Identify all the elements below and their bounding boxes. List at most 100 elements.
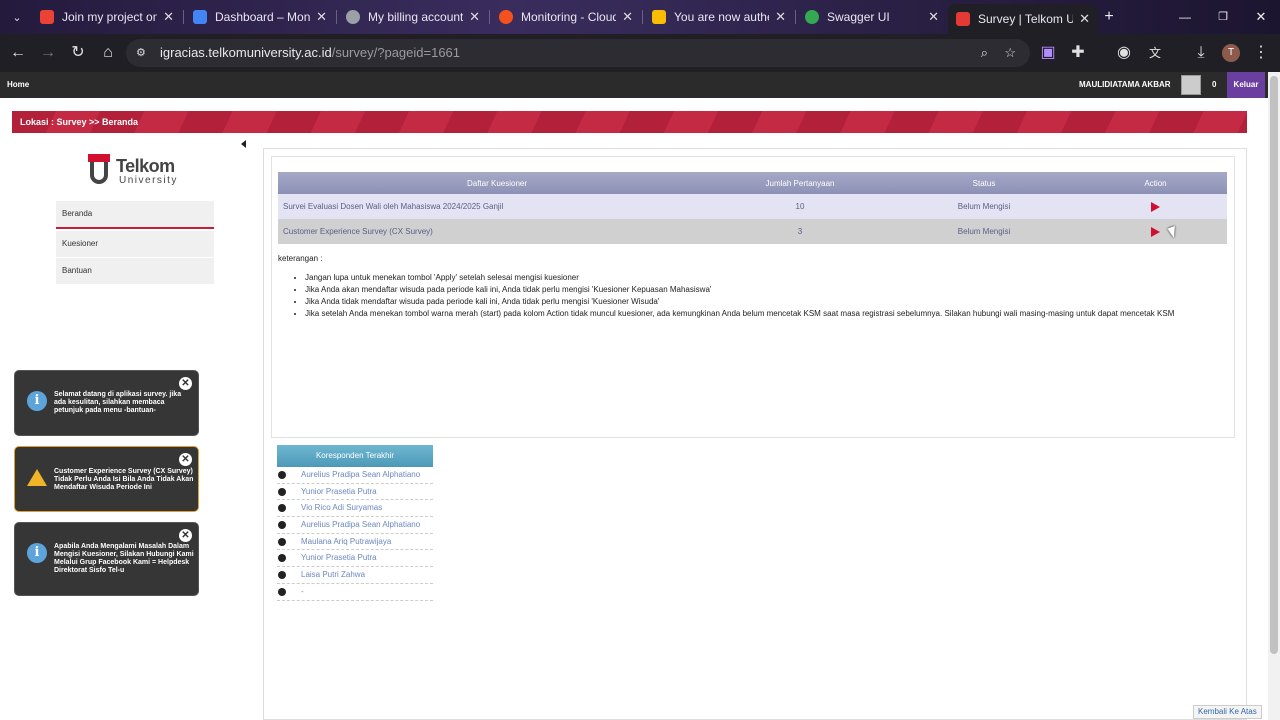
sidebar-item-bantuan[interactable]: Bantuan [56,258,214,284]
home-icon[interactable]: ⌂ [98,43,118,63]
tab-gmail[interactable]: Join my project on G✕ [32,4,182,30]
sidebar-item-kuesioner[interactable]: Kuesioner [56,231,214,257]
tab-separator [795,10,796,24]
browser-menu-icon[interactable]: ⋮ [1251,43,1271,63]
puzzle-extensions-icon[interactable]: ✚ [1068,43,1088,63]
cloud-monitoring-icon [499,10,513,24]
close-tab-icon[interactable]: ✕ [316,9,327,25]
new-tab-button[interactable]: + [1100,8,1118,26]
action-cell [1084,219,1227,244]
notes-list: Jangan lupa untuk menekan tombol 'Apply'… [305,273,1218,318]
toast-welcome: i Selamat datang di aplikasi survey. jik… [14,370,199,436]
tab-separator [642,10,643,24]
tab-survey[interactable]: Survey | Telkom Univ✕ [948,4,1098,34]
list-item: Laisa Putri Zahwa [277,567,433,584]
translate-icon[interactable]: 文 [1145,43,1165,63]
note-item: Jangan lupa untuk menekan tombol 'Apply'… [305,273,1218,282]
extension-icon[interactable]: ▣ [1038,43,1058,63]
list-item: Yunior Prasetia Putra [277,484,433,501]
logout-button[interactable]: Keluar [1227,72,1265,98]
toast-warning: Customer Experience Survey (CX Survey) T… [14,446,199,512]
notes-title: keterangan : [278,254,323,263]
warning-icon [27,469,47,486]
telkom-logo-red-bar [88,154,110,162]
toast-text: Customer Experience Survey (CX Survey) T… [54,468,194,491]
close-tab-icon[interactable]: ✕ [775,9,786,25]
start-survey-play-icon[interactable] [1151,226,1160,237]
list-item: Aurelius Pradipa Sean Alphatiano [277,517,433,534]
restore-button[interactable]: ❐ [1214,8,1232,26]
column-header: Jumlah Pertanyaan [716,172,884,194]
scrollbar-thumb[interactable] [1270,76,1278,654]
logo-telkom-text: Telkom [116,156,175,176]
respondent-name[interactable]: - [301,587,304,596]
close-icon[interactable]: ✕ [179,529,192,542]
telkom-logo: Telkom University [88,154,183,188]
close-tab-icon[interactable]: ✕ [469,9,480,25]
tab-search-icon[interactable]: ⌄ [8,9,26,27]
profile-avatar[interactable]: T [1222,44,1240,62]
close-tab-icon[interactable]: ✕ [928,9,939,25]
close-tab-icon[interactable]: ✕ [622,9,633,25]
column-header: Status [884,172,1084,194]
tab-billing[interactable]: My billing accounts ✕ [338,4,488,30]
survey-table: Daftar Kuesioner Jumlah Pertanyaan Statu… [278,172,1227,244]
list-item: - [277,584,433,601]
close-icon[interactable]: ✕ [179,377,192,390]
column-header: Action [1084,172,1227,194]
page-scrollbar[interactable] [1268,72,1280,720]
respondent-name[interactable]: Yunior Prasetia Putra [301,487,377,496]
question-count: 10 [716,194,884,219]
table-header-row: Daftar Kuesioner Jumlah Pertanyaan Statu… [278,172,1227,194]
close-icon[interactable]: ✕ [179,453,192,466]
incognito-icon[interactable]: ◉ [1114,43,1134,63]
breadcrumb: Lokasi : Survey >> Beranda [12,111,1247,133]
back-arrow-icon[interactable]: ← [8,43,28,63]
site-top-nav: Home MAULIDIATAMA AKBAR 0 Keluar [0,72,1268,98]
tab-separator [489,10,490,24]
bookmark-star-icon[interactable]: ☆ [1004,39,1016,67]
notification-count[interactable]: 0 [1212,80,1216,89]
close-window-button[interactable]: ✕ [1252,8,1270,26]
survey-name: Survei Evaluasi Dosen Wali oleh Mahasisw… [278,194,716,219]
google-cloud-icon [652,10,666,24]
reload-icon[interactable]: ↻ [68,43,88,63]
table-row: Customer Experience Survey (CX Survey) 3… [278,219,1227,244]
bullet-icon [278,571,286,580]
toast-help: i Apabila Anda Mengalami Masalah Dalam M… [14,522,199,596]
zoom-search-icon[interactable]: ⌕ [981,39,988,67]
koresponden-panel: Koresponden Terakhir Aurelius Pradipa Se… [277,445,433,601]
download-icon[interactable]: ⤓ [1191,43,1211,63]
tab-swagger[interactable]: Swagger UI ✕ [797,4,947,30]
respondent-name[interactable]: Laisa Putri Zahwa [301,570,365,579]
tab-monitoring[interactable]: Monitoring - Cloud T✕ [491,4,641,30]
home-link[interactable]: Home [7,80,29,89]
respondent-name[interactable]: Aurelius Pradipa Sean Alphatiano [301,520,420,529]
start-survey-play-icon[interactable] [1151,201,1160,212]
address-bar[interactable]: ⚙ igracias.telkomuniversity.ac.id/survey… [126,39,1030,67]
tab-dashboard[interactable]: Dashboard – Monito✕ [185,4,335,30]
back-to-top-link[interactable]: Kembali Ke Atas [1193,705,1262,719]
respondent-name[interactable]: Maulana Ariq Putrawijaya [301,537,391,546]
tab-authenticated[interactable]: You are now authent✕ [644,4,794,30]
url-path: /survey/?pageid=1661 [331,45,461,60]
user-avatar[interactable] [1181,75,1201,95]
respondent-name[interactable]: Aurelius Pradipa Sean Alphatiano [301,470,420,479]
close-tab-icon[interactable]: ✕ [163,9,174,25]
tab-separator [183,10,184,24]
logo-university-text: University [119,175,178,186]
info-icon: i [27,543,47,563]
gmail-icon [40,10,54,24]
close-tab-icon[interactable]: ✕ [1079,11,1090,27]
collapse-sidebar-icon[interactable] [241,140,246,148]
site-info-icon[interactable]: ⚙ [136,39,146,67]
list-item: Aurelius Pradipa Sean Alphatiano [277,467,433,484]
minimize-button[interactable]: — [1176,8,1194,26]
list-item: Maulana Ariq Putrawijaya [277,534,433,551]
sidebar-item-beranda[interactable]: Beranda [56,201,214,229]
bullet-icon [278,471,286,479]
respondent-name[interactable]: Yunior Prasetia Putra [301,553,377,562]
gear-icon [346,10,360,24]
forward-arrow-icon[interactable]: → [38,43,58,63]
respondent-name[interactable]: Vio Rico Adi Suryamas [301,503,382,512]
